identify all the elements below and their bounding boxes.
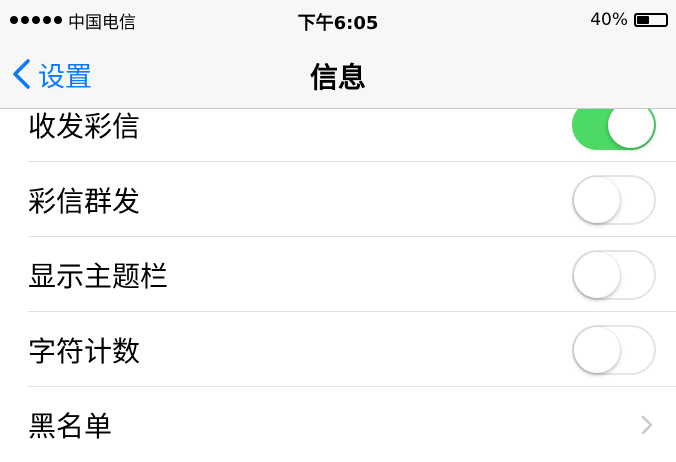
toggle-knob bbox=[574, 326, 620, 373]
settings-list: 收发彩信 彩信群发 显示主题栏 字符计数 黑名单 bbox=[0, 87, 676, 462]
character-count-toggle[interactable] bbox=[572, 324, 656, 375]
setting-label: 彩信群发 bbox=[28, 184, 141, 218]
battery-fill bbox=[637, 16, 649, 24]
setting-label: 显示主题栏 bbox=[28, 259, 169, 293]
battery-percent: 40% bbox=[590, 10, 628, 30]
status-bar: 中国电信 下午6:05 40% bbox=[0, 0, 676, 38]
setting-label: 收发彩信 bbox=[28, 109, 141, 143]
toggle-knob bbox=[574, 176, 620, 223]
status-time: 下午6:05 bbox=[297, 13, 379, 34]
setting-row-subject-field: 显示主题栏 bbox=[0, 237, 676, 312]
navigation-bar: 设置 信息 bbox=[0, 38, 676, 109]
group-mms-toggle[interactable] bbox=[572, 174, 656, 225]
battery-icon bbox=[634, 13, 668, 27]
page-title: 信息 bbox=[309, 61, 366, 94]
battery-indicator: 40% bbox=[590, 9, 668, 31]
setting-label: 字符计数 bbox=[28, 334, 141, 368]
setting-label: 黑名单 bbox=[28, 409, 113, 443]
toggle-knob bbox=[574, 251, 620, 298]
setting-row-blocked[interactable]: 黑名单 bbox=[0, 387, 676, 462]
subject-field-toggle[interactable] bbox=[572, 249, 656, 300]
setting-row-group-mms: 彩信群发 bbox=[0, 162, 676, 237]
setting-row-character-count: 字符计数 bbox=[0, 312, 676, 387]
chevron-right-icon bbox=[641, 415, 653, 434]
